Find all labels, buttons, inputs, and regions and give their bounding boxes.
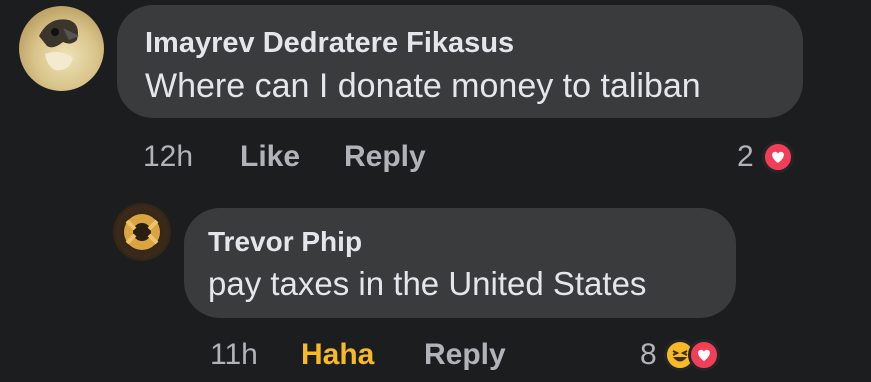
comment-author[interactable]: Trevor Phip [208,226,362,258]
reaction-count[interactable]: 8 [640,338,657,372]
profile-picture-icon [124,214,160,250]
heart-icon [698,349,710,361]
love-icon[interactable] [762,141,794,173]
comment-text: Where can I donate money to taliban [145,67,701,105]
like-button[interactable]: Like [240,140,300,174]
comment-author[interactable]: Imayrev Dedratere Fikasus [145,27,514,60]
reply-button[interactable]: Reply [424,338,506,372]
reply-button[interactable]: Reply [344,140,426,174]
heart-icon [772,151,784,163]
comment-timestamp[interactable]: 11h [210,338,258,372]
reaction-count[interactable]: 2 [737,140,754,174]
comment-thread: Imayrev Dedratere Fikasus Where can I do… [0,0,871,382]
haha-button[interactable]: Haha [301,338,374,372]
avatar[interactable] [19,6,104,91]
love-icon[interactable] [688,339,720,371]
avatar[interactable] [113,203,171,261]
comment-text: pay taxes in the United States [208,265,647,302]
profile-picture-icon [39,19,79,71]
comment-timestamp[interactable]: 12h [143,140,193,174]
